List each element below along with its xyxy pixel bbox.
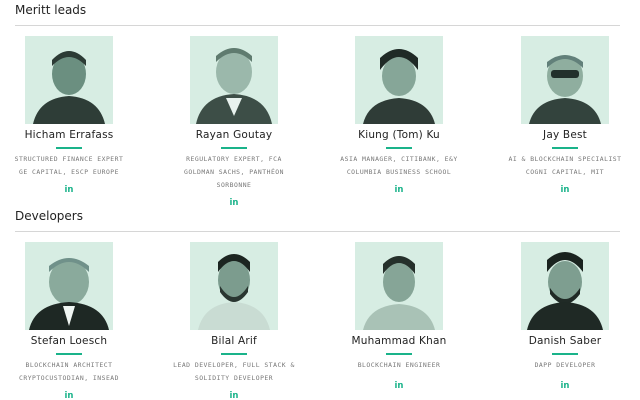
member-name: Rayan Goutay bbox=[195, 129, 273, 141]
member-name: Danish Saber bbox=[528, 335, 602, 347]
accent-line bbox=[552, 353, 578, 355]
portrait-icon bbox=[25, 36, 113, 124]
portrait-icon bbox=[355, 242, 443, 330]
accent-line bbox=[56, 147, 82, 149]
linkedin-icon[interactable]: in bbox=[65, 185, 74, 195]
section-divider bbox=[15, 231, 620, 232]
member-role: DAPP DEVELOPER bbox=[534, 361, 596, 369]
accent-line bbox=[221, 147, 247, 149]
member-name: Stefan Loesch bbox=[30, 335, 108, 347]
member-name: Bilal Arif bbox=[211, 335, 257, 347]
section-title-leads: Meritt leads bbox=[15, 3, 87, 17]
portrait-icon bbox=[521, 36, 609, 124]
member-background: CRYPTOCUSTODIAN, INSEAD bbox=[19, 374, 119, 382]
member-role: AI & BLOCKCHAIN SPECIALIST bbox=[508, 155, 622, 163]
linkedin-icon[interactable]: in bbox=[561, 381, 570, 391]
team-card: Hicham Errafass STRUCTURED FINANCE EXPER… bbox=[0, 36, 144, 197]
accent-line bbox=[221, 353, 247, 355]
portrait-icon bbox=[355, 36, 443, 124]
team-card: Kiung (Tom) Ku ASIA MANAGER, CITIBANK, E… bbox=[324, 36, 474, 197]
accent-line bbox=[386, 353, 412, 355]
team-card: Muhammad Khan BLOCKCHAIN ENGINEER in bbox=[324, 242, 474, 393]
linkedin-icon[interactable]: in bbox=[230, 198, 239, 208]
member-role: BLOCKCHAIN ENGINEER bbox=[357, 361, 441, 369]
linkedin-icon[interactable]: in bbox=[561, 185, 570, 195]
accent-line bbox=[386, 147, 412, 149]
member-role: STRUCTURED FINANCE EXPERT bbox=[14, 155, 124, 163]
team-card: Stefan Loesch BLOCKCHAIN ARCHITECT CRYPT… bbox=[0, 242, 144, 400]
portrait-icon bbox=[521, 242, 609, 330]
team-card: Danish Saber DAPP DEVELOPER in bbox=[490, 242, 640, 393]
team-card: Jay Best AI & BLOCKCHAIN SPECIALIST COGN… bbox=[490, 36, 640, 197]
member-role: REGULATORY EXPERT, FCA bbox=[186, 155, 282, 163]
member-background: GOLDMAN SACHS, PANTHÉON SORBONNE bbox=[184, 168, 284, 189]
accent-line bbox=[56, 353, 82, 355]
team-card: Bilal Arif LEAD DEVELOPER, FULL STACK & … bbox=[159, 242, 309, 400]
member-role: ASIA MANAGER, CITIBANK, E&Y bbox=[340, 155, 458, 163]
accent-line bbox=[552, 147, 578, 149]
linkedin-icon[interactable]: in bbox=[395, 185, 404, 195]
member-role: BLOCKCHAIN ARCHITECT bbox=[25, 361, 113, 369]
member-background: COGNI CAPITAL, MIT bbox=[525, 168, 605, 176]
linkedin-icon[interactable]: in bbox=[395, 381, 404, 391]
member-name: Kiung (Tom) Ku bbox=[358, 129, 440, 141]
section-divider bbox=[15, 25, 620, 26]
portrait-icon bbox=[190, 242, 278, 330]
member-background: COLUMBIA BUSINESS SCHOOL bbox=[346, 168, 452, 176]
section-title-developers: Developers bbox=[15, 209, 83, 223]
member-name: Muhammad Khan bbox=[351, 335, 447, 347]
member-name: Hicham Errafass bbox=[24, 129, 114, 141]
member-background: GE CAPITAL, ESCP EUROPE bbox=[19, 168, 119, 176]
team-card: Rayan Goutay REGULATORY EXPERT, FCA GOLD… bbox=[159, 36, 309, 210]
linkedin-icon[interactable]: in bbox=[65, 391, 74, 400]
member-name: Jay Best bbox=[543, 129, 587, 141]
portrait-icon bbox=[190, 36, 278, 124]
portrait-icon bbox=[25, 242, 113, 330]
linkedin-icon[interactable]: in bbox=[230, 391, 239, 400]
member-role: LEAD DEVELOPER, FULL STACK & SOLIDITY DE… bbox=[173, 361, 295, 382]
